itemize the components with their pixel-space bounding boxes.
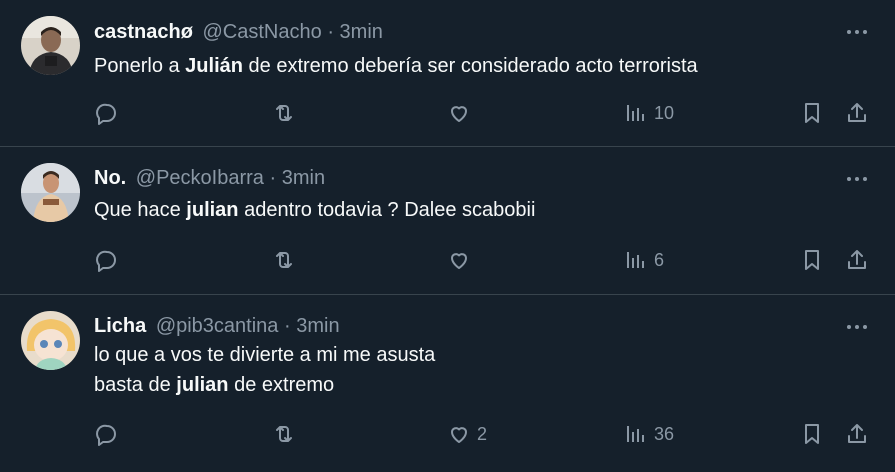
retweet-button[interactable] (272, 419, 296, 449)
action-bar: 6 (0, 245, 895, 275)
text-segment: de extremo debería ser considerado acto … (242, 55, 698, 77)
retweet-button[interactable] (272, 98, 296, 128)
text-segment: de extremo (228, 374, 335, 396)
action-bar: 2 36 (0, 419, 895, 449)
bookmark-button[interactable] (800, 98, 824, 128)
text-segment-bold: Julián (185, 55, 243, 77)
reply-icon (96, 424, 116, 446)
tweet-line: Ponerlo a Julián de extremo debería ser … (94, 51, 698, 81)
share-button[interactable] (845, 98, 869, 128)
retweet-icon (276, 105, 292, 121)
heart-icon (451, 253, 467, 269)
timestamp[interactable]: 3min (340, 21, 383, 43)
more-icon[interactable] (845, 171, 869, 187)
tweet-header: Licha @pib3cantina · 3min (94, 313, 340, 339)
share-icon (848, 424, 866, 443)
retweet-icon (276, 252, 292, 268)
share-button[interactable] (845, 419, 869, 449)
share-icon (848, 103, 866, 122)
retweet-icon (276, 426, 292, 442)
views-icon (627, 252, 644, 268)
text-segment-bold: julian (186, 199, 239, 221)
avatar[interactable] (21, 163, 80, 222)
display-name[interactable]: No. (94, 167, 126, 189)
tweet-text: Que hace julian adentro todavia ? Dalee … (94, 195, 535, 225)
share-button[interactable] (845, 245, 869, 275)
heart-icon (451, 427, 467, 443)
bookmark-button[interactable] (800, 419, 824, 449)
views-icon (627, 426, 644, 442)
user-handle[interactable]: @CastNacho (203, 21, 322, 43)
action-bar: 10 (0, 98, 895, 128)
more-icon[interactable] (845, 24, 869, 40)
tweet-text: lo que a vos te divierte a mi me asusta … (94, 340, 435, 400)
text-segment: basta de (94, 374, 177, 396)
avatar[interactable] (21, 311, 80, 370)
user-handle[interactable]: @pib3cantina (156, 315, 279, 337)
more-icon[interactable] (845, 319, 869, 335)
views-button[interactable]: 10 (624, 98, 674, 128)
tweet-line: basta de julian de extremo (94, 370, 435, 400)
like-count: 2 (477, 423, 488, 444)
like-button[interactable] (447, 245, 477, 275)
bookmark-button[interactable] (800, 245, 824, 275)
separator: · (327, 21, 334, 43)
text-segment: Ponerlo a (94, 55, 186, 77)
share-icon (848, 250, 866, 269)
tweet-text: Ponerlo a Julián de extremo debería ser … (94, 51, 698, 81)
bookmark-icon (805, 424, 819, 444)
view-count: 36 (654, 423, 675, 444)
text-segment: adentro todavia ? Dalee scabobii (238, 199, 536, 221)
reply-button[interactable] (95, 245, 119, 275)
views-icon (627, 105, 644, 121)
bookmark-icon (805, 250, 819, 270)
tweet[interactable]: No. @PeckoIbarra · 3min Que hace julian … (0, 147, 895, 295)
tweet-header: castnachø @CastNacho · 3min (94, 19, 383, 45)
tweet-line: Que hace julian adentro todavia ? Dalee … (94, 195, 535, 225)
reply-button[interactable] (95, 419, 119, 449)
tweet-header: No. @PeckoIbarra · 3min (94, 165, 325, 191)
views-button[interactable]: 36 (624, 419, 674, 449)
separator: · (283, 315, 291, 337)
view-count: 6 (654, 249, 665, 270)
like-button[interactable]: 2 (447, 419, 487, 449)
timestamp[interactable]: 3min (282, 167, 325, 189)
bookmark-icon (805, 103, 819, 123)
tweet[interactable]: castnachø @CastNacho · 3min Ponerlo a Ju… (0, 0, 895, 147)
views-button[interactable]: 6 (624, 245, 664, 275)
user-handle[interactable]: @PeckoIbarra (136, 167, 264, 189)
text-segment-bold: julian (176, 374, 229, 396)
tweet-line: lo que a vos te divierte a mi me asusta (94, 340, 435, 370)
like-button[interactable] (447, 98, 477, 128)
retweet-button[interactable] (272, 245, 296, 275)
tweet[interactable]: Licha @pib3cantina · 3min lo que a vos t… (0, 295, 895, 472)
heart-icon (451, 106, 467, 122)
text-segment: lo que a vos te divierte a mi me asusta (94, 344, 436, 366)
avatar[interactable] (21, 16, 80, 75)
separator: · (269, 167, 277, 189)
display-name[interactable]: castnachø (94, 21, 193, 43)
text-segment: Que hace (94, 199, 187, 221)
view-count: 10 (654, 102, 675, 123)
timeline: castnachø @CastNacho · 3min Ponerlo a Ju… (0, 0, 895, 472)
timestamp[interactable]: 3min (296, 315, 339, 337)
reply-button[interactable] (95, 98, 119, 128)
reply-icon (96, 103, 116, 125)
display-name[interactable]: Licha (94, 315, 146, 337)
reply-icon (96, 250, 116, 272)
